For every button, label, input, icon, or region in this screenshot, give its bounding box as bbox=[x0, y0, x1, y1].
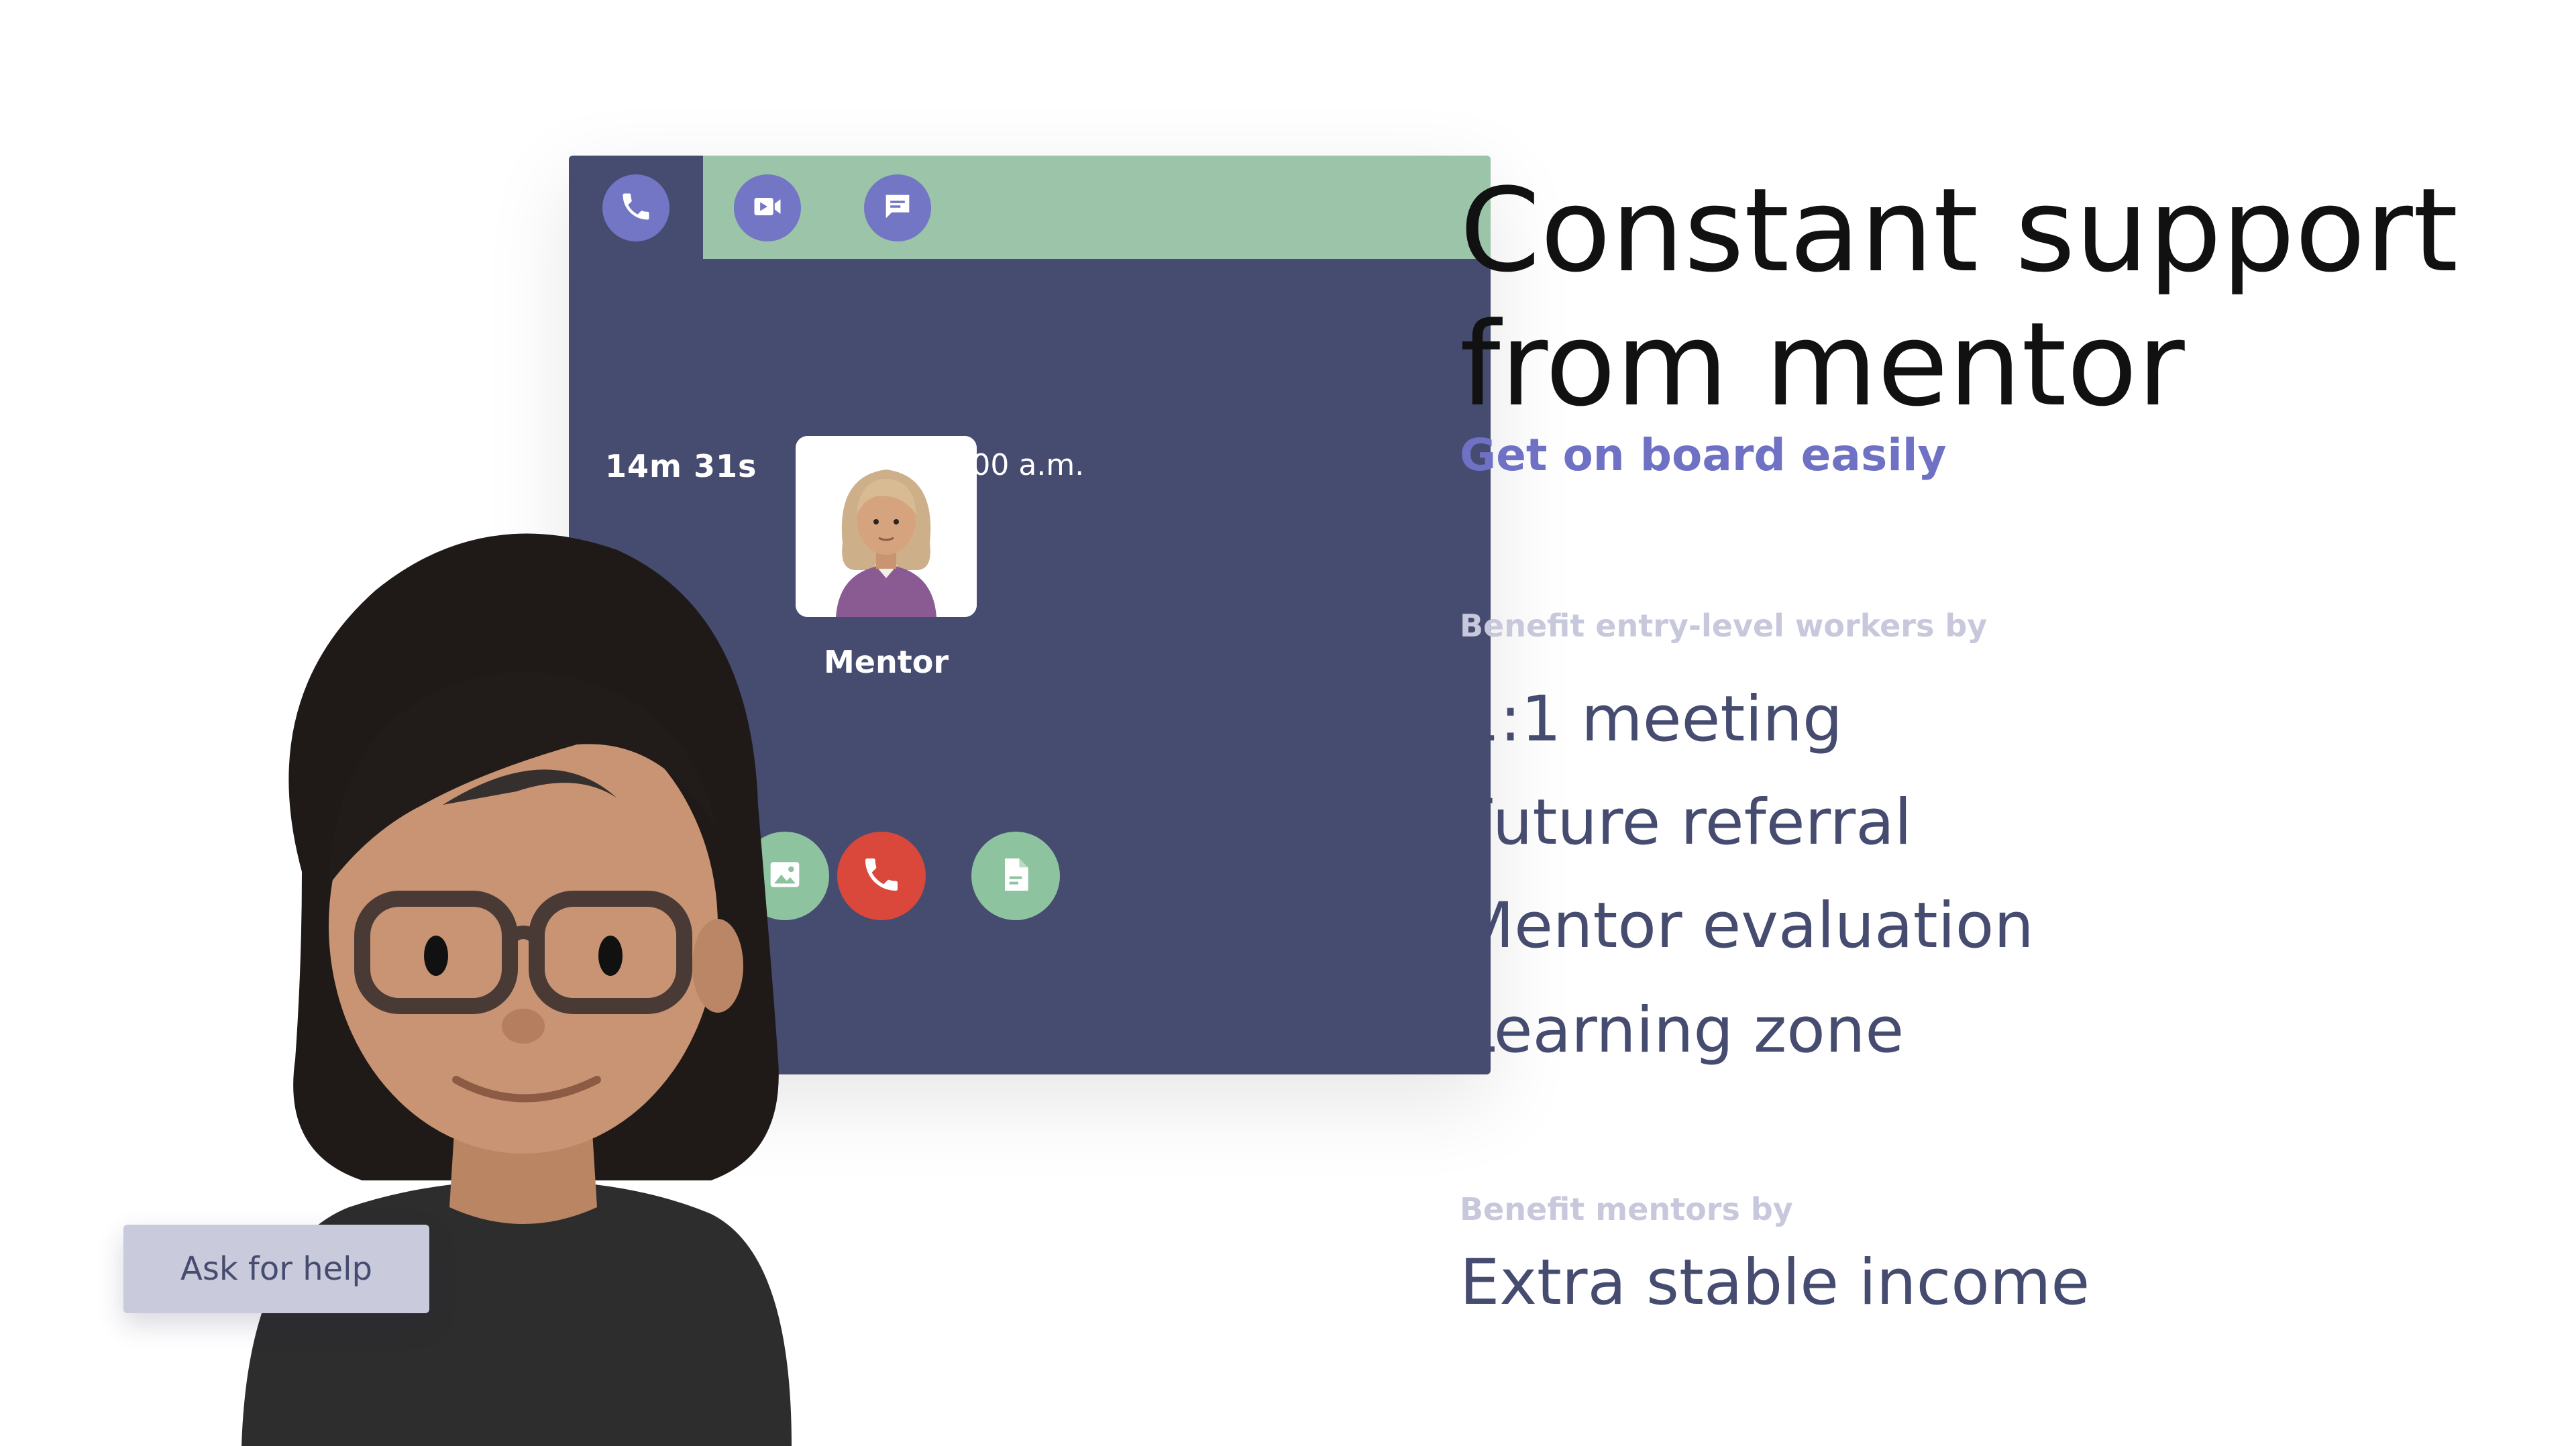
tab-phone[interactable] bbox=[602, 174, 669, 241]
subheading: Get on board easily bbox=[1460, 429, 1947, 481]
page-title: Constant support from mentor bbox=[1460, 164, 2533, 432]
benefit-item: 1:1 meeting bbox=[1460, 683, 1843, 756]
video-icon bbox=[750, 189, 785, 227]
tab-chat[interactable] bbox=[864, 174, 931, 241]
document-icon bbox=[994, 853, 1037, 899]
benefit-item: Learning zone bbox=[1460, 994, 1904, 1067]
chat-icon bbox=[880, 189, 915, 227]
page-title-line-2: from mentor bbox=[1460, 297, 2185, 432]
page-title-line-1: Constant support bbox=[1460, 163, 2459, 298]
slide: 14m 31s starts at 9:00 a.m. Ment bbox=[0, 0, 2576, 1446]
share-document-button[interactable] bbox=[971, 832, 1060, 920]
tab-video[interactable] bbox=[734, 174, 801, 241]
benefit-item: Extra stable income bbox=[1460, 1246, 2090, 1319]
mentors-benefit-label: Benefit mentors by bbox=[1460, 1191, 1793, 1227]
phone-icon bbox=[619, 189, 653, 227]
benefit-item: Mentor evaluation bbox=[1460, 889, 2034, 962]
workers-benefit-label: Benefit entry-level workers by bbox=[1460, 608, 1988, 644]
benefit-item: Future referral bbox=[1460, 786, 1912, 859]
ask-for-help-button[interactable]: Ask for help bbox=[123, 1225, 429, 1313]
call-tab-bar bbox=[569, 156, 1491, 259]
